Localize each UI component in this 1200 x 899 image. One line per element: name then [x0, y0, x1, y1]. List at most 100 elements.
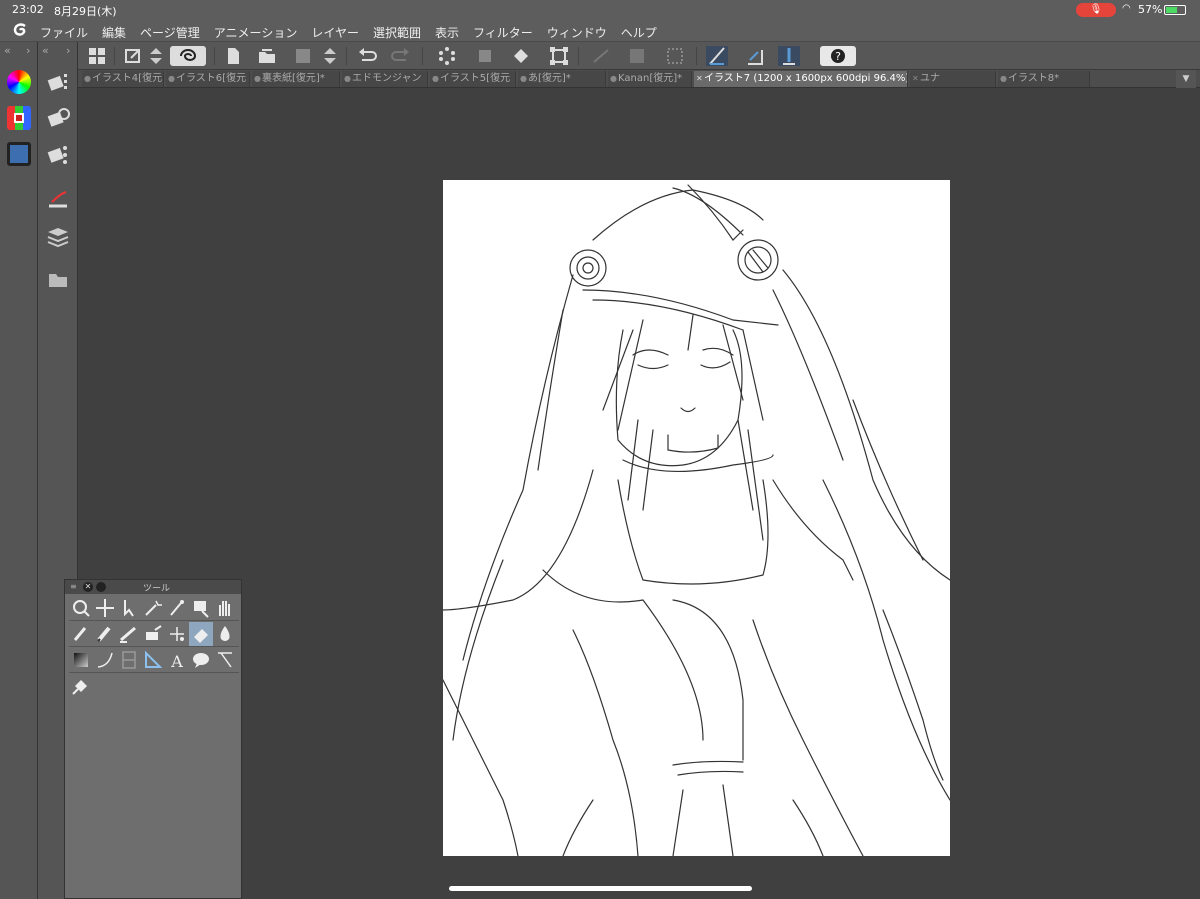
menu-file[interactable]: ファイル — [40, 24, 88, 41]
menu-page-management[interactable]: ページ管理 — [140, 24, 200, 41]
pen-tool-icon[interactable] — [69, 622, 93, 646]
help-button[interactable]: ? — [820, 46, 856, 66]
transform-icon[interactable] — [474, 46, 496, 66]
tab-close-icon[interactable]: ● — [432, 71, 439, 87]
tab-document[interactable]: ● イラスト5[復元 — [430, 71, 516, 87]
tab-document[interactable]: ● 裏表紙[復元]* — [252, 71, 340, 87]
tab-document[interactable]: ● Kanan[復元]* — [608, 71, 692, 87]
tab-close-icon[interactable]: ● — [344, 71, 351, 87]
zoom-tool-icon[interactable] — [69, 596, 93, 620]
curve-tool-icon[interactable] — [93, 648, 117, 672]
brush-size-icon[interactable] — [46, 142, 70, 166]
decoration-tool-icon[interactable] — [165, 622, 189, 646]
collapse-left-icon[interactable]: « — [4, 44, 11, 57]
tab-list-dropdown-icon[interactable]: ▼ — [1176, 70, 1196, 88]
layer-icon[interactable] — [46, 224, 70, 248]
tab-document[interactable]: ✕ ユナ — [910, 71, 996, 87]
film-strip-icon[interactable] — [7, 142, 31, 166]
eraser-tool-icon[interactable] — [189, 622, 213, 646]
scale-handles-icon[interactable] — [548, 46, 570, 66]
menu-selection[interactable]: 選択範囲 — [373, 24, 421, 41]
text-tool-icon[interactable]: A — [165, 648, 189, 672]
open-file-icon[interactable] — [256, 46, 278, 66]
menu-help[interactable]: ヘルプ — [621, 24, 657, 41]
clear-selection-icon[interactable] — [590, 46, 612, 66]
grid-view-icon[interactable] — [86, 46, 108, 66]
tab-close-icon[interactable]: ● — [610, 71, 617, 87]
select-all-icon[interactable] — [664, 46, 686, 66]
tab-document[interactable]: ● あ[復元]* — [518, 71, 606, 87]
menu-view[interactable]: 表示 — [435, 24, 459, 41]
stepper-arrows-icon[interactable] — [322, 46, 338, 66]
hand-tool-icon[interactable] — [213, 596, 237, 620]
stamp-tool-icon[interactable] — [189, 596, 213, 620]
invert-selection-icon[interactable] — [626, 46, 648, 66]
tab-close-icon[interactable]: ● — [168, 71, 175, 87]
loading-dots-icon[interactable] — [436, 46, 458, 66]
brush-tool-icon[interactable] — [117, 622, 141, 646]
menu-edit[interactable]: 編集 — [102, 24, 126, 41]
ruler-tool-icon[interactable] — [141, 648, 165, 672]
menu-animation[interactable]: アニメーション — [214, 24, 298, 41]
export-icon[interactable] — [122, 46, 144, 66]
expand-right-icon[interactable]: › — [26, 44, 30, 57]
operation-tool-icon[interactable] — [117, 596, 141, 620]
color-wheel-icon[interactable] — [7, 70, 31, 94]
expand-right-icon[interactable]: › — [66, 44, 70, 57]
tab-document[interactable]: ● イラスト8* — [998, 71, 1090, 87]
snap-special-ruler-icon[interactable] — [744, 46, 766, 66]
battery-percent: 57% — [1138, 3, 1163, 16]
tab-document-active[interactable]: ✕ イラスト7 (1200 x 1600px 600dpi 96.4%) — [694, 71, 908, 87]
collapse-left-icon[interactable]: « — [42, 44, 49, 57]
redo-icon[interactable] — [390, 46, 412, 66]
fill-bucket-tool-icon[interactable] — [69, 674, 93, 698]
menu-filter[interactable]: フィルター — [473, 24, 533, 41]
blend-tool-icon[interactable] — [213, 622, 237, 646]
tool-palette-title: ツール — [143, 584, 171, 594]
tab-close-icon[interactable]: ● — [254, 71, 261, 87]
tab-close-icon[interactable]: ● — [84, 71, 91, 87]
balloon-tool-icon[interactable] — [189, 648, 213, 672]
pencil-tool-icon[interactable] — [93, 622, 117, 646]
color-set-icon[interactable] — [7, 106, 31, 130]
correct-line-tool-icon[interactable] — [213, 648, 237, 672]
tab-document[interactable]: ● イラスト6[復元 — [166, 71, 250, 87]
material-icon[interactable] — [46, 268, 70, 292]
tab-label: イラスト8* — [1008, 73, 1060, 84]
sync-button[interactable] — [170, 46, 206, 66]
frame-border-tool-icon[interactable] — [117, 648, 141, 672]
eyedropper-tool-icon[interactable] — [165, 596, 189, 620]
status-time: 23:02 — [12, 3, 44, 16]
move-tool-icon[interactable] — [93, 596, 117, 620]
snap-grid-icon[interactable] — [778, 46, 800, 66]
sub-tool-icon[interactable] — [46, 70, 70, 94]
left-dock-column-1: « › — [0, 42, 38, 899]
tab-close-icon[interactable]: ● — [1000, 71, 1007, 87]
stepper-arrows-icon[interactable] — [148, 46, 164, 66]
fill-icon[interactable] — [510, 46, 532, 66]
app-logo-icon[interactable] — [10, 22, 32, 40]
tool-property-icon[interactable] — [46, 106, 70, 130]
tab-document[interactable]: ● イラスト4[復元 — [82, 71, 164, 87]
airbrush-tool-icon[interactable] — [141, 622, 165, 646]
gradient-tool-icon[interactable] — [69, 648, 93, 672]
tab-close-icon[interactable]: ✕ — [696, 71, 703, 87]
tab-document[interactable]: ● エドモンジャン — [342, 71, 428, 87]
drag-handle-icon[interactable]: ≡ — [70, 582, 77, 591]
home-indicator[interactable] — [449, 886, 752, 891]
save-icon[interactable] — [292, 46, 314, 66]
menu-window[interactable]: ウィンドウ — [547, 24, 607, 41]
minimize-icon[interactable] — [96, 582, 106, 592]
selection-tool-icon[interactable] — [141, 596, 165, 620]
tab-label: イラスト5[復元 — [440, 73, 511, 84]
tab-close-icon[interactable]: ✕ — [912, 71, 919, 87]
close-icon[interactable]: ✕ — [83, 582, 93, 592]
tool-palette-header[interactable]: ≡ ✕ ツール — [65, 580, 241, 594]
snap-ruler-icon[interactable] — [706, 46, 728, 66]
new-file-icon[interactable] — [222, 46, 244, 66]
tab-close-icon[interactable]: ● — [520, 71, 527, 87]
menu-layer[interactable]: レイヤー — [311, 24, 359, 41]
undo-icon[interactable] — [356, 46, 378, 66]
drawing-canvas[interactable] — [442, 180, 951, 857]
layer-property-icon[interactable] — [46, 188, 70, 212]
